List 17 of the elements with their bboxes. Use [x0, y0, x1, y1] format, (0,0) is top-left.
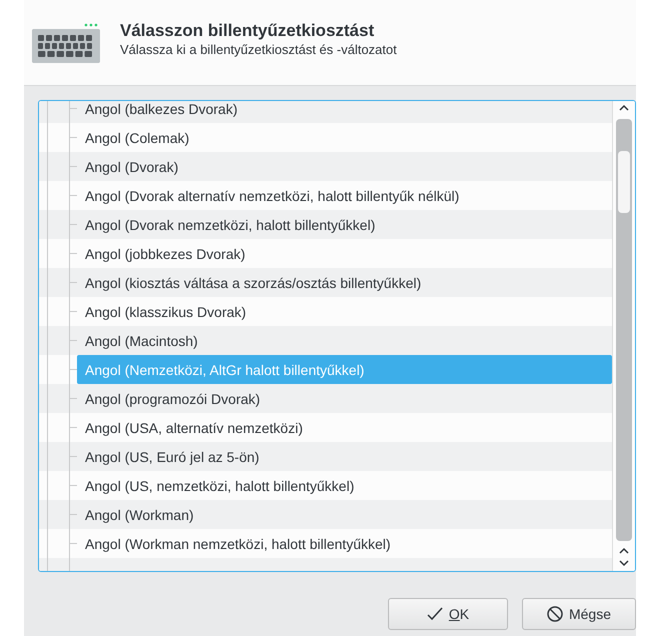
layout-item[interactable]: Angol (Dvorak alternatív nemzetközi, halott billentyűk nélkül)	[77, 181, 612, 210]
cancel-button[interactable]: Mégse	[522, 598, 636, 630]
dialog-title: Válasszon billentyűzetkiosztást	[120, 20, 376, 40]
scroll-thumb[interactable]	[618, 151, 630, 213]
layout-item[interactable]: Angol (jobbkezes Dvorak)	[77, 239, 612, 268]
scroll-track[interactable]	[616, 119, 632, 541]
dialog-subtitle: Válassza ki a billentyűzetkiosztást és -változatot	[120, 42, 397, 56]
scrollbar[interactable]	[612, 101, 635, 571]
check-icon	[426, 607, 443, 621]
layout-item[interactable]: Angol (Workman nemzetközi, halott billentyűkkel)	[77, 529, 612, 558]
layout-item[interactable]: Angol (klasszikus Dvorak)	[77, 297, 612, 326]
ok-button[interactable]: OK	[388, 598, 508, 630]
keyboard-icon	[32, 22, 100, 62]
cancel-icon	[546, 606, 563, 622]
layout-item[interactable]: Angol (US, nemzetközi, halott billentyűkkel)	[77, 471, 612, 500]
layout-item[interactable]: Angol (Colemak)	[77, 123, 612, 152]
layout-item[interactable]: Angol (USA, alternatív nemzetközi)	[77, 413, 612, 442]
